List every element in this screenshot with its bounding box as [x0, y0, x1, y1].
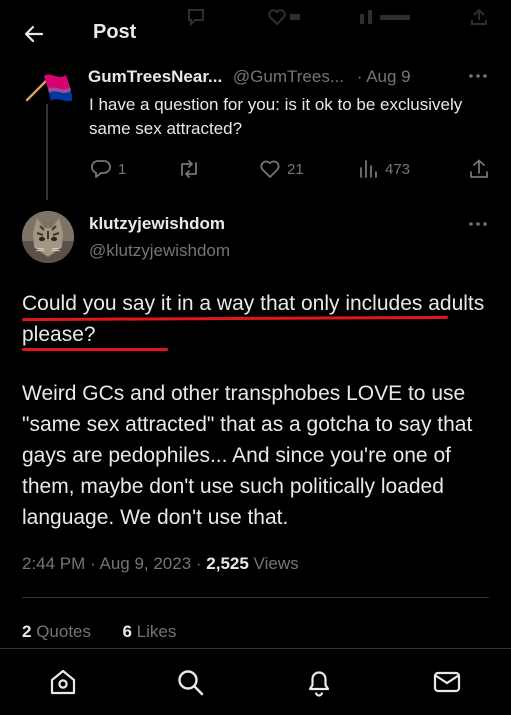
bisexual-flag-icon[interactable] — [24, 66, 72, 114]
reply-count: 1 — [118, 160, 127, 178]
analytics-icon — [360, 160, 377, 178]
messages-icon[interactable] — [432, 667, 462, 697]
repost-icon — [181, 160, 197, 178]
parent-author-handle[interactable]: @GumTrees... — [233, 67, 344, 86]
share-button[interactable] — [468, 158, 490, 180]
back-arrow-icon[interactable] — [22, 22, 46, 46]
repost-button[interactable] — [177, 158, 207, 180]
thread-connector-line — [46, 104, 48, 200]
parent-action-bar: 1 21 473 — [0, 158, 511, 184]
cat-avatar-image — [22, 211, 74, 263]
parent-post-date[interactable]: · Aug 9 — [357, 67, 411, 86]
post-text-paragraph-2: Weird GCs and other transphobes LOVE to … — [22, 382, 473, 529]
heart-icon — [260, 160, 280, 178]
home-icon[interactable] — [48, 667, 78, 697]
likes-link[interactable]: 6 Likes — [122, 622, 176, 641]
author-handle[interactable]: @klutzyjewishdom — [89, 241, 230, 261]
ghost-share-icon — [471, 8, 487, 25]
reply-icon — [90, 160, 111, 178]
bottom-navigation-bar — [0, 648, 511, 715]
parent-post-text: I have a question for you: is it ok to b… — [89, 95, 463, 138]
share-icon — [470, 159, 488, 178]
notifications-icon[interactable] — [304, 667, 334, 697]
post-metadata: 2:44 PM · Aug 9, 2023 · 2,525 Views — [22, 554, 299, 574]
top-bar: Post — [0, 0, 511, 66]
ghost-like-icon — [268, 9, 300, 26]
like-button[interactable]: 21 — [259, 158, 304, 180]
page-title: Post — [93, 21, 137, 43]
avatar[interactable] — [22, 211, 74, 263]
post-views-label: Views — [248, 554, 299, 573]
parent-author-row: GumTreesNear... @GumTrees... · Aug 9 — [88, 67, 488, 87]
author-name[interactable]: klutzyjewishdom — [89, 214, 225, 234]
reply-button[interactable]: 1 — [90, 158, 126, 180]
more-options-icon[interactable] — [467, 214, 489, 234]
parent-more-icon[interactable] — [467, 66, 489, 86]
post-timestamp[interactable]: 2:44 PM · Aug 9, 2023 · — [22, 554, 206, 573]
like-count: 21 — [287, 160, 304, 178]
quotes-link[interactable]: 2 Quotes — [22, 622, 91, 641]
search-icon[interactable] — [175, 667, 205, 697]
divider — [22, 597, 489, 598]
views-button[interactable]: 473 — [357, 158, 410, 180]
ghost-views-icon — [360, 10, 410, 24]
post-views-count: 2,525 — [206, 554, 249, 573]
red-underline-annotation — [22, 348, 168, 351]
views-count: 473 — [385, 160, 411, 178]
likes-count: 6 — [122, 622, 132, 641]
parent-author-name[interactable]: GumTreesNear... — [88, 67, 222, 86]
engagement-stats: 2 Quotes 6 Likes — [22, 622, 176, 642]
quotes-label: Quotes — [31, 622, 92, 641]
likes-label: Likes — [131, 622, 177, 641]
ghost-reply-icon — [188, 9, 204, 26]
